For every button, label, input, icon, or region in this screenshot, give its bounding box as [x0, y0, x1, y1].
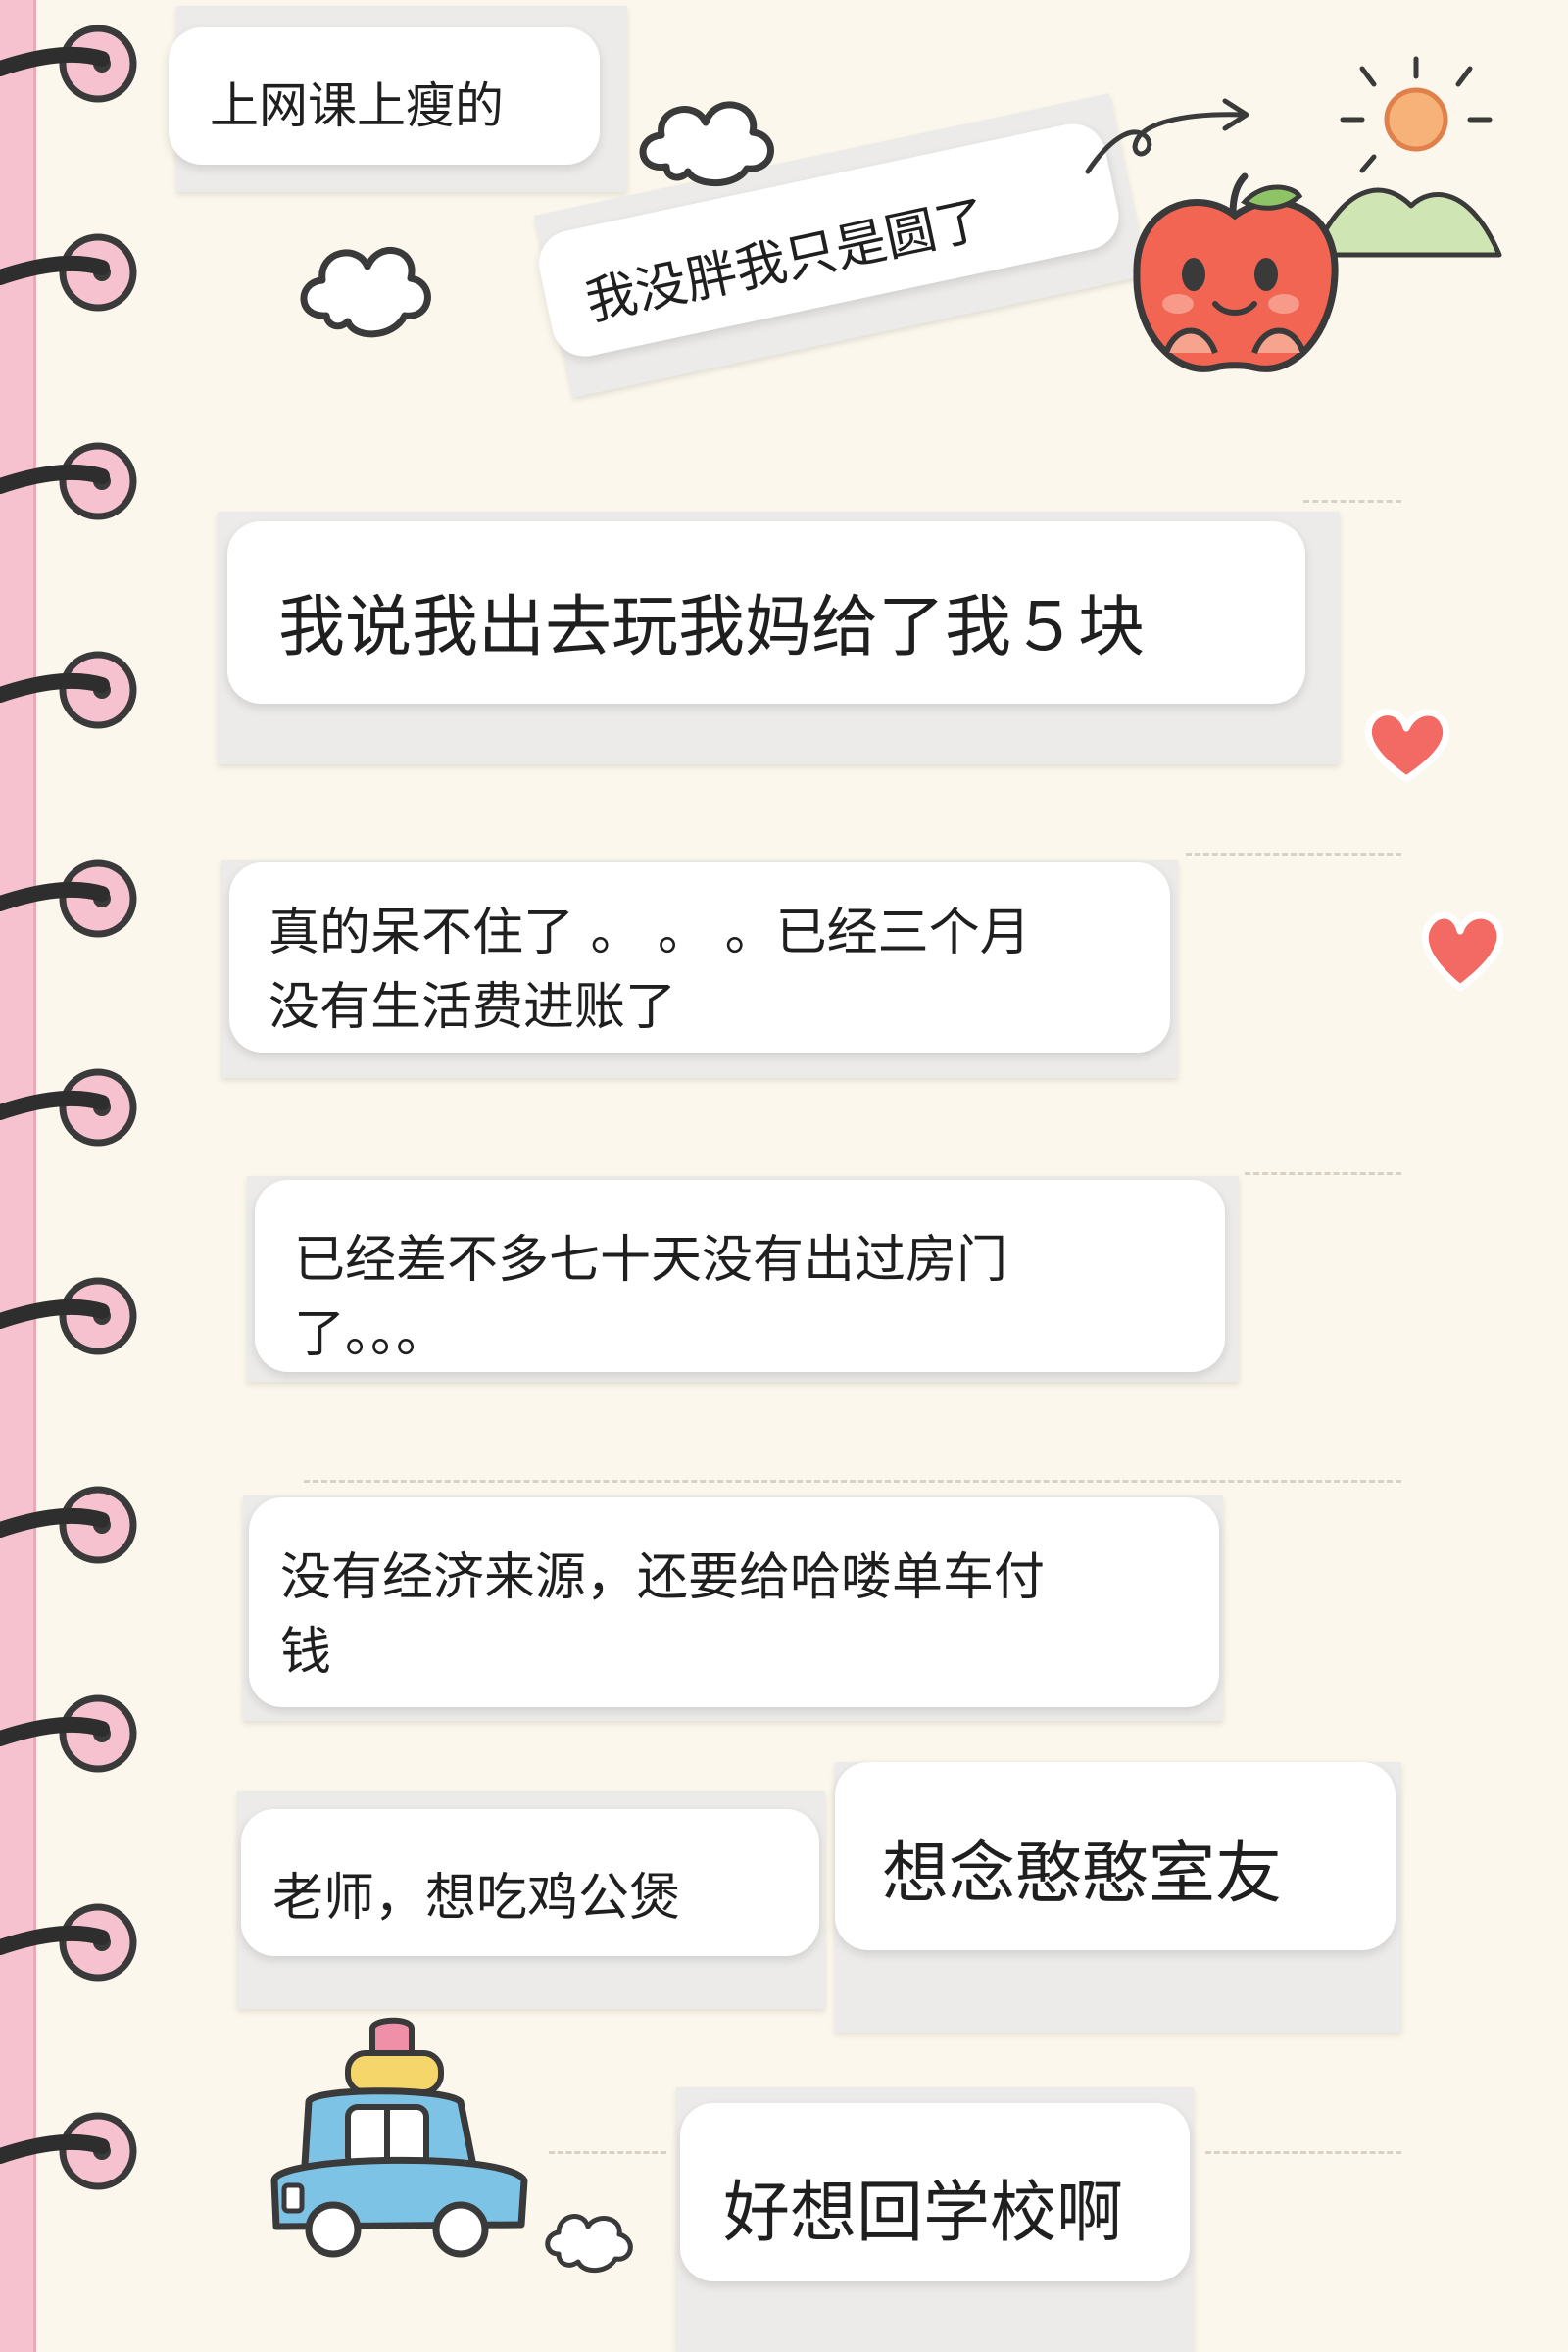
spiral-ring	[0, 442, 137, 520]
message-bubble: 老师，想吃鸡公煲	[241, 1809, 819, 1956]
dashed-line	[304, 1480, 1401, 1483]
dashed-line	[1303, 500, 1401, 503]
message-line: 已经差不多七十天没有出过房门	[294, 1231, 1008, 1290]
message-lines: 没有经济来源，还要给哈喽单车付 钱	[280, 1541, 1045, 1690]
message-bubble: 真的呆不住了 。 。 。已经三个月 没有生活费进账了	[229, 862, 1170, 1053]
message-bubble: 上网课上瘦的	[169, 27, 600, 165]
spiral-ring	[0, 2112, 137, 2190]
message-lines: 已经差不多七十天没有出过房门 了。。。	[294, 1223, 1007, 1372]
message-clipping: 已经差不多七十天没有出过房门 了。。。	[247, 1176, 1239, 1382]
dashed-line	[1245, 1172, 1401, 1175]
message-bubble: 没有经济来源，还要给哈喽单车付 钱	[249, 1497, 1219, 1707]
message-bubble: 想念憨憨室友	[835, 1762, 1396, 1950]
notebook-spine	[0, 0, 36, 2352]
message-line: 了。。。	[294, 1305, 448, 1364]
message-text: 上网课上瘦的	[210, 77, 504, 134]
message-clipping: 老师，想吃鸡公煲	[237, 1791, 825, 2009]
spiral-ring	[0, 233, 137, 312]
message-line: 真的呆不住了 。 。 。已经三个月	[269, 904, 1031, 962]
spiral-ring	[0, 1486, 137, 1564]
apple-icon	[1133, 172, 1339, 372]
cloud-icon	[639, 101, 774, 187]
smoke-icon	[545, 2214, 633, 2274]
message-bubble: 已经差不多七十天没有出过房门 了。。。	[255, 1180, 1225, 1372]
spiral-ring	[0, 859, 137, 938]
message-line: 没有经济来源，还要给哈喽单车付	[280, 1548, 1046, 1607]
message-bubble: 我说我出去玩我妈给了我５块	[227, 521, 1305, 704]
message-text: 我说我出去玩我妈给了我５块	[278, 589, 1146, 666]
spiral-ring	[0, 1694, 137, 1773]
message-clipping: 我说我出去玩我妈给了我５块	[218, 512, 1340, 764]
message-text: 老师，想吃鸡公煲	[272, 1869, 681, 1928]
dashed-line	[1205, 2151, 1401, 2154]
heart-icon	[1364, 709, 1450, 783]
message-clipping: 上网课上瘦的	[169, 6, 627, 192]
message-text: 我没胖我只是圆了	[580, 189, 993, 333]
message-clipping: 没有经济来源，还要给哈喽单车付 钱	[243, 1495, 1223, 1721]
message-bubble: 好想回学校啊	[680, 2103, 1190, 2281]
message-text: 好想回学校啊	[723, 2175, 1124, 2252]
car-icon	[270, 2017, 528, 2258]
message-line: 钱	[280, 1623, 332, 1682]
message-clipping: 想念憨憨室友	[835, 1762, 1401, 2033]
cloud-icon	[300, 247, 431, 338]
notebook-page: 上网课上瘦的 我没胖我只是圆了 我说我出去玩我妈给了我５块 真的呆不住了 。 。…	[0, 0, 1568, 2352]
dashed-line	[1186, 853, 1401, 856]
message-lines: 真的呆不住了 。 。 。已经三个月 没有生活费进账了	[269, 896, 1031, 1045]
spiral-ring	[0, 1903, 137, 1982]
spiral-ring	[0, 1068, 137, 1147]
spiral-ring	[0, 24, 137, 103]
message-clipping: 真的呆不住了 。 。 。已经三个月 没有生活费进账了	[221, 860, 1178, 1078]
heart-icon	[1421, 911, 1504, 992]
spiral-ring	[0, 651, 137, 729]
message-text: 想念憨憨室友	[882, 1836, 1283, 1913]
message-clipping: 好想回学校啊	[676, 2087, 1194, 2352]
spiral-ring	[0, 1277, 137, 1355]
message-line: 没有生活费进账了	[269, 978, 677, 1037]
